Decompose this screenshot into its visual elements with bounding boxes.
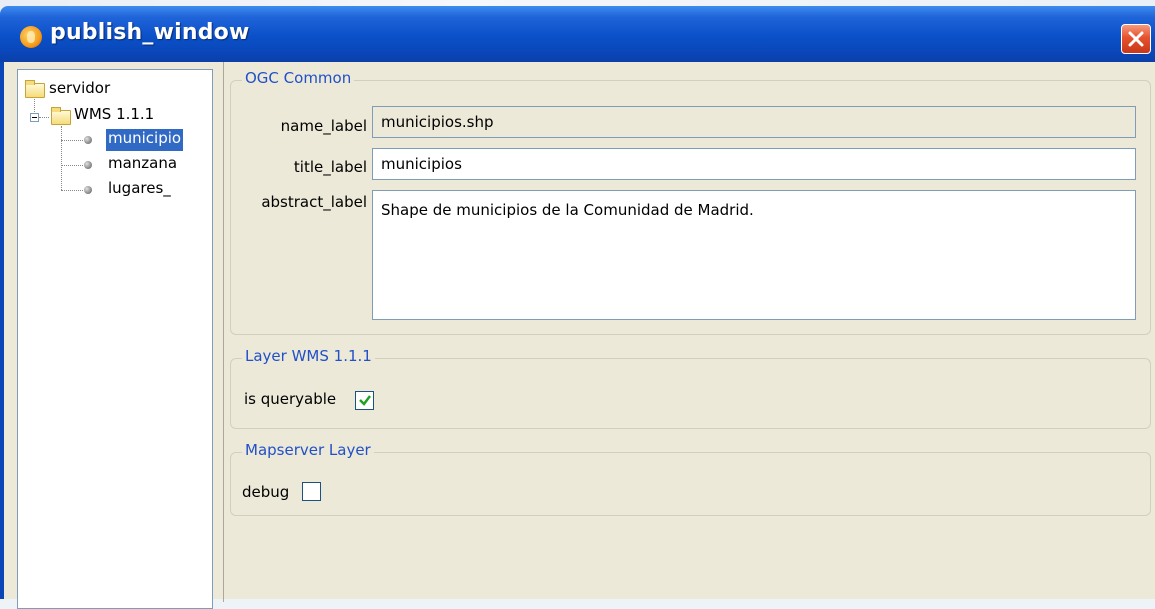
folder-icon: [25, 80, 45, 98]
tree-connector: [61, 190, 83, 192]
ogc-common-legend: OGC Common: [242, 69, 355, 87]
tree-node-layer-lugares[interactable]: lugares_: [108, 179, 171, 201]
app-icon: [20, 26, 42, 48]
abstract-textarea[interactable]: Shape de municipios de la Comunidad de M…: [372, 190, 1136, 320]
queryable-checkbox[interactable]: [355, 391, 374, 410]
mapserver-layer-legend: Mapserver Layer: [242, 441, 374, 459]
name-label: name_label: [280, 117, 367, 135]
tree-connector: [61, 140, 83, 142]
close-icon: [1128, 31, 1144, 47]
queryable-label: is queryable: [244, 390, 337, 408]
tree-node-layer-municipio[interactable]: municipio: [106, 129, 184, 151]
title-field[interactable]: municipios: [372, 148, 1136, 180]
folder-icon: [51, 107, 71, 125]
layer-icon: [84, 136, 92, 144]
layer-icon: [84, 186, 92, 194]
tree-node-wms[interactable]: WMS 1.1.1: [74, 105, 154, 127]
name-field[interactable]: municipios.shp: [372, 106, 1136, 138]
tree-connector: [39, 117, 49, 119]
layer-wms-legend: Layer WMS 1.1.1: [242, 347, 375, 365]
abstract-label: abstract_label: [261, 193, 367, 211]
mapserver-layer-group: [230, 452, 1151, 516]
publish-window: publish_window servidor WMS 1.1.1 munici…: [0, 6, 1155, 609]
collapse-icon[interactable]: [30, 113, 39, 122]
tree-node-layer-manzana[interactable]: manzana: [108, 154, 177, 176]
window-body: servidor WMS 1.1.1 municipio manzana lug…: [0, 62, 1155, 609]
layer-tree[interactable]: servidor WMS 1.1.1 municipio manzana lug…: [17, 69, 213, 609]
tree-connector: [61, 126, 63, 190]
splitter[interactable]: [223, 62, 224, 602]
title-bar[interactable]: publish_window: [0, 6, 1155, 62]
debug-checkbox[interactable]: [302, 482, 321, 501]
layer-icon: [84, 161, 92, 169]
debug-label: debug: [242, 483, 290, 501]
title-label: title_label: [293, 158, 367, 176]
close-button[interactable]: [1121, 24, 1151, 54]
check-icon: [359, 395, 371, 406]
tree-node-servidor[interactable]: servidor: [49, 79, 110, 101]
window-title: publish_window: [50, 20, 250, 45]
tree-connector: [61, 165, 83, 167]
